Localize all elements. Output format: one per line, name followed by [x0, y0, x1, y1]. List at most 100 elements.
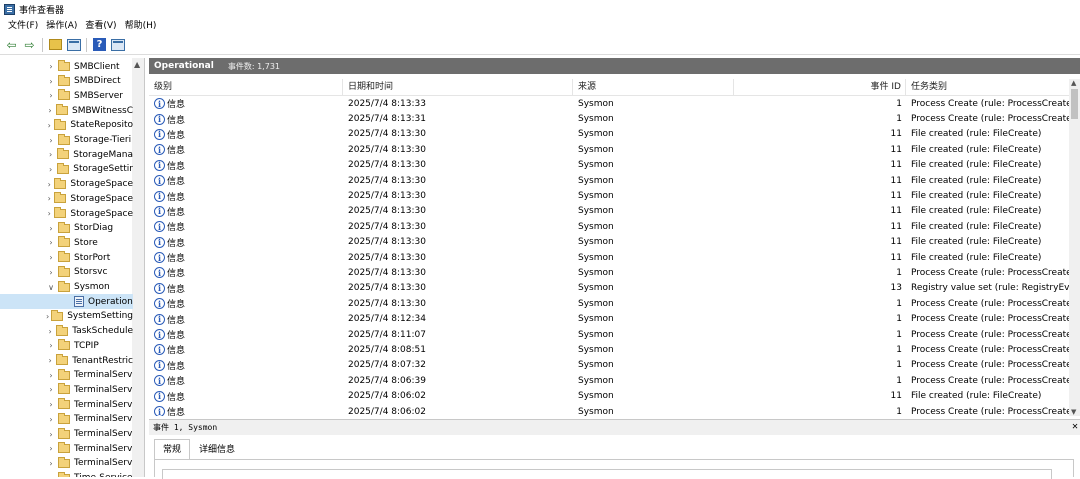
table-row[interactable]: i 信息 2025/7/4 8:07:32 Sysmon 1 Process Create… [149, 358, 1069, 373]
tree-item[interactable]: ∨ Sysmon [0, 280, 133, 295]
table-row[interactable]: i 信息 2025/7/4 8:06:02 Sysmon 11 File created … [149, 388, 1069, 403]
chevron-right-icon[interactable]: › [46, 77, 56, 86]
chevron-right-icon[interactable]: › [46, 385, 56, 394]
table-row[interactable]: i 信息 2025/7/4 8:13:30 Sysmon 11 File created … [149, 173, 1069, 188]
column-level[interactable]: 级别 [149, 79, 343, 96]
tree-item[interactable]: › StorPort [0, 250, 133, 265]
tree-item[interactable]: Operation [0, 294, 133, 310]
chevron-right-icon[interactable]: › [46, 194, 52, 203]
tree-item[interactable]: › TerminalServ [0, 441, 133, 456]
menu-action[interactable]: 操作(A) [42, 18, 81, 35]
table-row[interactable]: i 信息 2025/7/4 8:13:33 Sysmon 1 Process Create… [149, 96, 1069, 111]
chevron-right-icon[interactable]: › [46, 268, 56, 277]
chevron-right-icon[interactable]: › [46, 106, 54, 115]
tree-item[interactable]: › StorageSpace [0, 206, 133, 221]
table-row[interactable]: i 信息 2025/7/4 8:11:07 Sysmon 1 Process Create… [149, 327, 1069, 342]
chevron-right-icon[interactable]: › [46, 136, 56, 145]
table-row[interactable]: i 信息 2025/7/4 8:13:30 Sysmon 11 File created … [149, 142, 1069, 157]
chevron-down-icon[interactable]: ∨ [46, 283, 56, 292]
tree-item[interactable]: › StorageSettir [0, 162, 133, 177]
chevron-right-icon[interactable]: › [46, 415, 56, 424]
tree-item[interactable]: › TenantRestric [0, 353, 133, 368]
tree-item[interactable]: › Time-Service [0, 471, 133, 477]
chevron-right-icon[interactable]: › [46, 312, 49, 321]
help-button[interactable]: ? [92, 37, 107, 52]
folder-button[interactable] [48, 37, 63, 52]
table-row[interactable]: i 信息 2025/7/4 8:13:31 Sysmon 1 Process Create… [149, 111, 1069, 126]
tree-item[interactable]: › TCPIP [0, 338, 133, 353]
table-row[interactable]: i 信息 2025/7/4 8:12:34 Sysmon 1 Process Create… [149, 311, 1069, 326]
table-row[interactable]: i 信息 2025/7/4 8:13:30 Sysmon 11 File created … [149, 188, 1069, 203]
table-row[interactable]: i 信息 2025/7/4 8:13:30 Sysmon 1 Process Create… [149, 296, 1069, 311]
forward-arrow-icon[interactable]: ⇨ [22, 37, 37, 52]
tree-item[interactable]: › Storage-Tieri [0, 133, 133, 148]
table-row[interactable]: i 信息 2025/7/4 8:13:30 Sysmon 11 File created … [149, 204, 1069, 219]
scroll-thumb[interactable] [1071, 89, 1078, 119]
tree-item[interactable]: › Storsvc [0, 265, 133, 280]
column-date[interactable]: 日期和时间 [343, 79, 573, 96]
table-row[interactable]: i 信息 2025/7/4 8:13:30 Sysmon 11 File created … [149, 127, 1069, 142]
chevron-right-icon[interactable]: › [46, 238, 56, 247]
chevron-right-icon[interactable]: › [46, 371, 56, 380]
tree-item[interactable]: › TerminalServ [0, 456, 133, 471]
table-row[interactable]: i 信息 2025/7/4 8:06:02 Sysmon 1 Process Create… [149, 404, 1069, 416]
scroll-up-icon[interactable]: ▲ [134, 60, 140, 69]
column-task[interactable]: 任务类别 [906, 79, 1069, 96]
chevron-right-icon[interactable]: › [46, 444, 56, 453]
tree-scrollbar[interactable]: ▲ [132, 58, 144, 477]
back-arrow-icon[interactable]: ⇦ [4, 37, 19, 52]
log-tree[interactable]: ▲ › SMBClient › SMBDirect › SMBServer › SMBWitn… [0, 58, 145, 477]
panel-button[interactable] [110, 37, 125, 52]
chevron-right-icon[interactable]: › [46, 165, 55, 174]
menu-help[interactable]: 帮助(H) [121, 18, 161, 35]
tree-item[interactable]: › StorDiag [0, 221, 133, 236]
grid-scrollbar[interactable]: ▲ ▼ [1069, 79, 1080, 416]
table-row[interactable]: i 信息 2025/7/4 8:13:30 Sysmon 1 Process Create… [149, 265, 1069, 280]
scroll-down-icon[interactable]: ▼ [1071, 408, 1076, 416]
table-row[interactable]: i 信息 2025/7/4 8:13:30 Sysmon 11 File created … [149, 219, 1069, 234]
chevron-right-icon[interactable]: › [46, 121, 52, 130]
chevron-right-icon[interactable]: › [46, 356, 54, 365]
tree-item[interactable]: › SMBWitnessC [0, 103, 133, 118]
chevron-right-icon[interactable]: › [46, 430, 56, 439]
column-event-id[interactable]: 事件 ID [734, 79, 906, 96]
menu-file[interactable]: 文件(F) [4, 18, 42, 35]
tree-item[interactable]: › Store [0, 235, 133, 250]
chevron-right-icon[interactable]: › [46, 209, 52, 218]
chevron-right-icon[interactable]: › [46, 180, 52, 189]
table-row[interactable]: i 信息 2025/7/4 8:13:30 Sysmon 11 File created … [149, 250, 1069, 265]
close-icon[interactable]: ✕ [1072, 421, 1078, 432]
chevron-right-icon[interactable]: › [46, 91, 56, 100]
scroll-up-icon[interactable]: ▲ [1071, 79, 1076, 87]
chevron-right-icon[interactable]: › [46, 224, 56, 233]
table-row[interactable]: i 信息 2025/7/4 8:08:51 Sysmon 1 Process Create… [149, 342, 1069, 357]
menu-view[interactable]: 查看(V) [81, 18, 120, 35]
tree-item[interactable]: › StorageMana [0, 147, 133, 162]
tree-item[interactable]: › StorageSpace [0, 177, 133, 192]
tree-item[interactable]: › SMBServer [0, 88, 133, 103]
tree-item[interactable]: › TerminalServ [0, 397, 133, 412]
tab-details[interactable]: 详细信息 [190, 439, 244, 460]
tree-item[interactable]: › TaskSchedule [0, 324, 133, 339]
chevron-right-icon[interactable]: › [46, 341, 56, 350]
tree-item[interactable]: › TerminalServ [0, 368, 133, 383]
tree-item[interactable]: › SystemSetting [0, 309, 133, 324]
chevron-right-icon[interactable]: › [46, 400, 56, 409]
tree-item[interactable]: › TerminalServ [0, 427, 133, 442]
tree-item[interactable]: › StateReposito [0, 118, 133, 133]
table-row[interactable]: i 信息 2025/7/4 8:13:30 Sysmon 11 File created … [149, 235, 1069, 250]
properties-button[interactable] [66, 37, 81, 52]
chevron-right-icon[interactable]: › [46, 150, 55, 159]
tree-item[interactable]: › TerminalServ [0, 382, 133, 397]
tree-item[interactable]: › SMBDirect [0, 74, 133, 89]
chevron-right-icon[interactable]: › [46, 459, 56, 468]
column-source[interactable]: 来源 [573, 79, 734, 96]
chevron-right-icon[interactable]: › [46, 327, 54, 336]
table-row[interactable]: i 信息 2025/7/4 8:13:30 Sysmon 11 File created … [149, 158, 1069, 173]
tab-general[interactable]: 常规 [154, 439, 191, 460]
table-row[interactable]: i 信息 2025/7/4 8:06:39 Sysmon 1 Process Create… [149, 373, 1069, 388]
chevron-right-icon[interactable]: › [46, 62, 56, 71]
table-row[interactable]: i 信息 2025/7/4 8:13:30 Sysmon 13 Registry valu… [149, 281, 1069, 296]
tree-item[interactable]: › SMBClient [0, 59, 133, 74]
event-grid[interactable]: 级别 日期和时间 来源 事件 ID 任务类别 i 信息 2025/7/4 8:13:… [149, 79, 1069, 416]
